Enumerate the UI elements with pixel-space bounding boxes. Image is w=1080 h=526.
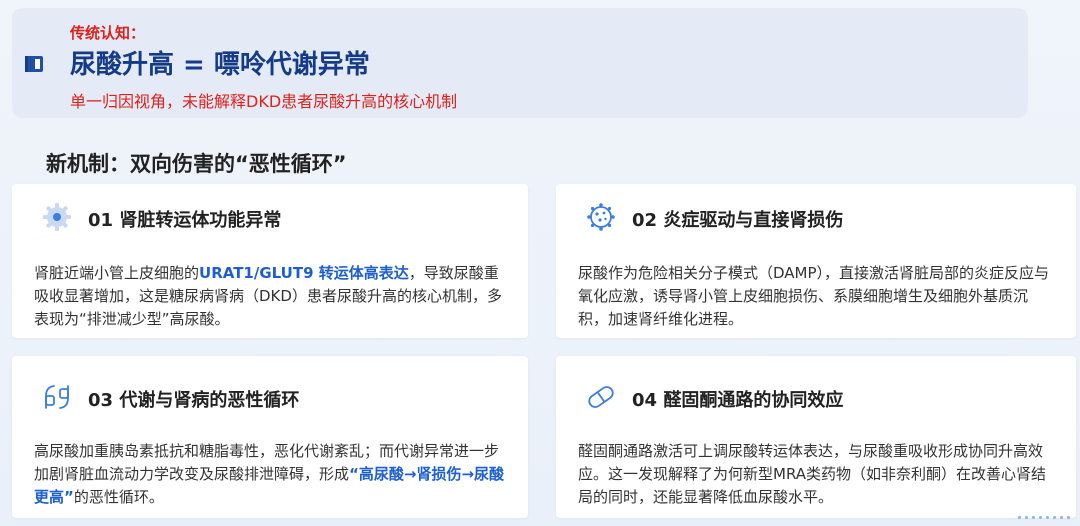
card-03: 03 代谢与肾病的恶性循环 高尿酸加重胰岛素抵抗和糖脂毒性，恶化代谢紊乱；而代谢…	[12, 356, 528, 518]
card-01-title: 01 肾脏转运体功能异常	[88, 210, 282, 231]
traditional-title: 尿酸升高 = 嘌呤代谢异常	[70, 50, 370, 80]
card-04-title: 04 醛固酮通路的协同效应	[632, 390, 844, 411]
decorative-dots	[1014, 504, 1070, 523]
card-04-body: 醛固酮通路激活可上调尿酸转运体表达，与尿酸重吸收形成协同升高效应。这一发现解释了…	[578, 442, 1047, 506]
card-02-title: 02 炎症驱动与直接肾损伤	[632, 210, 844, 231]
traditional-subtitle: 单一归因视角，未能解释DKD患者尿酸升高的核心机制	[70, 92, 458, 111]
gear-icon	[43, 203, 71, 231]
card-04: 04 醛固酮通路的协同效应 醛固酮通路激活可上调尿酸转运体表达，与尿酸重吸收形成…	[556, 356, 1076, 518]
section-title: 新机制：双向伤害的“恶性循环”	[46, 152, 347, 176]
card-01-body: 肾脏近端小管上皮细胞的URAT1/GLUT9 转运体高表达，导致尿酸重吸收显著增…	[34, 264, 502, 328]
card-03-body: 高尿酸加重胰岛素抵抗和糖脂毒性，恶化代谢紊乱；而代谢异常进一步加剧肾脏血流动力学…	[34, 442, 505, 506]
card-01-highlight: URAT1/GLUT9 转运体高表达	[199, 264, 409, 282]
card-02: 02 炎症驱动与直接肾损伤 尿酸作为危险相关分子模式（DAMP），直接激活肾脏局…	[556, 184, 1076, 338]
pill-icon	[588, 386, 614, 408]
quote-icon	[45, 385, 69, 409]
traditional-label: 传统认知：	[70, 24, 146, 42]
book-icon	[25, 56, 43, 72]
virus-icon	[587, 203, 615, 231]
card-03-title: 03 代谢与肾病的恶性循环	[88, 390, 300, 411]
card-01: 01 肾脏转运体功能异常 肾脏近端小管上皮细胞的URAT1/GLUT9 转运体高…	[12, 184, 528, 338]
card-02-body: 尿酸作为危险相关分子模式（DAMP），直接激活肾脏局部的炎症反应与氧化应激，诱导…	[578, 264, 1050, 328]
